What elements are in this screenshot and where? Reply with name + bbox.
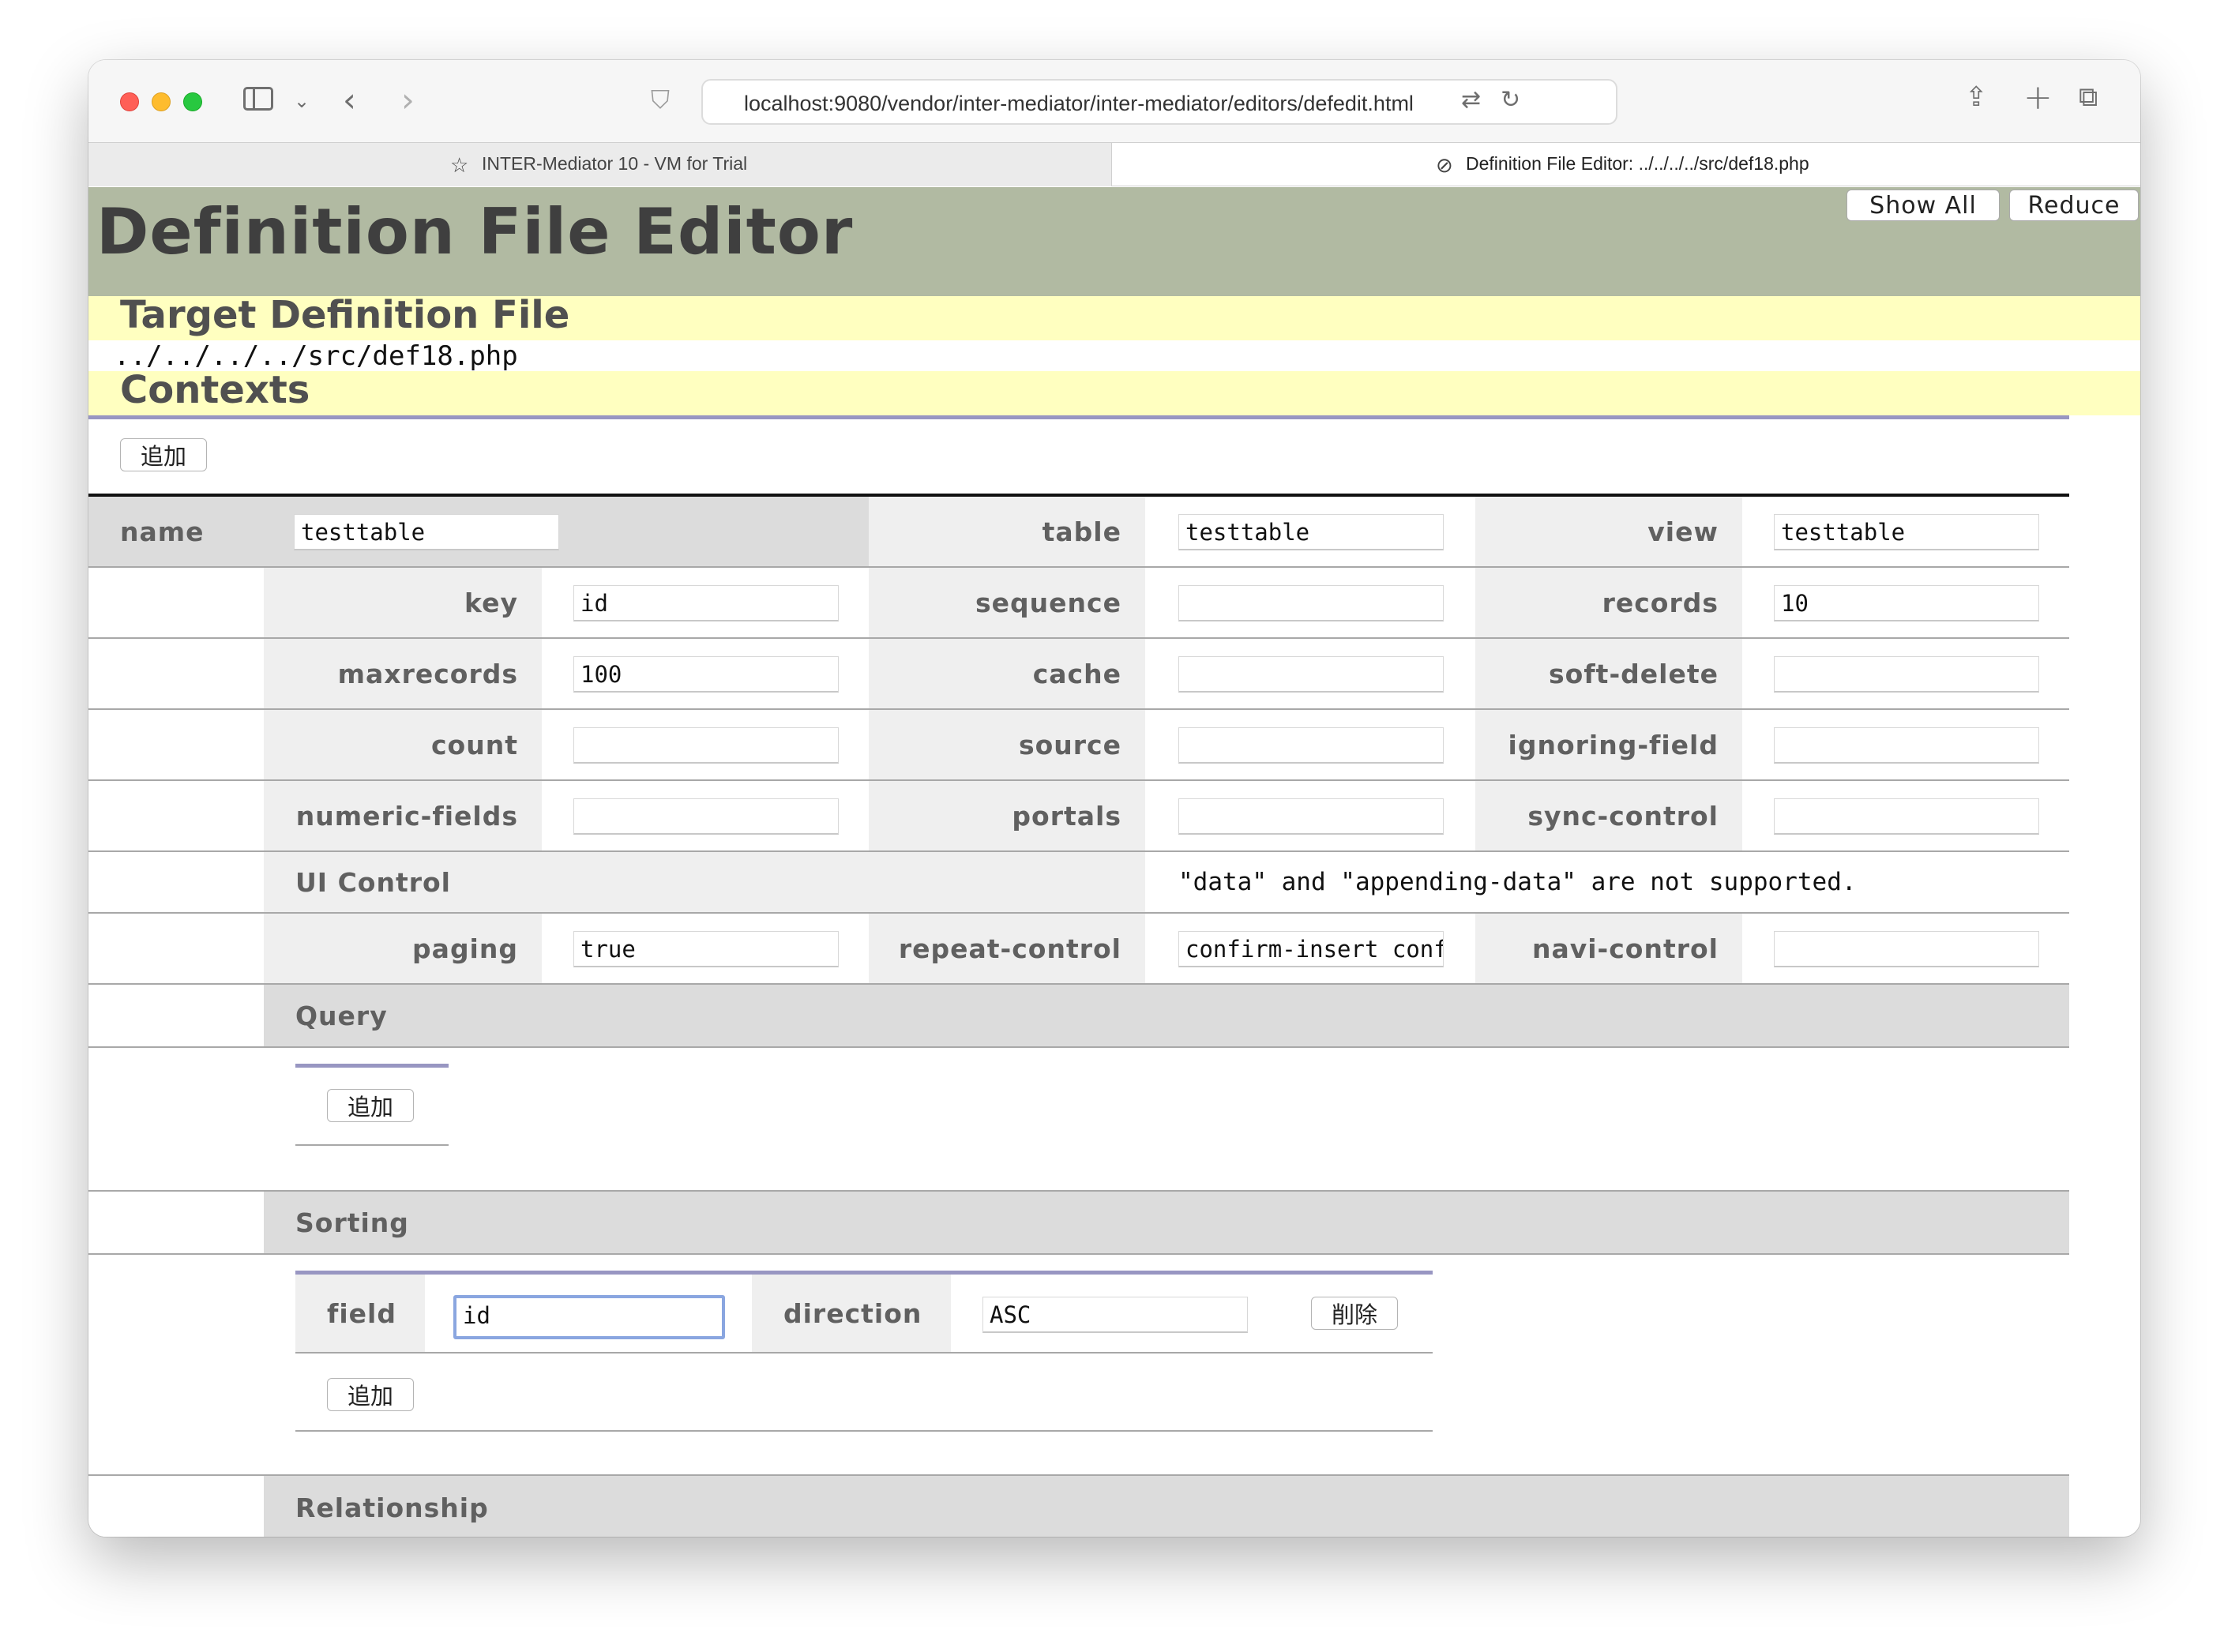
numeric-fields-label: numeric-fields	[295, 800, 518, 832]
add-query-button[interactable]: 追加	[327, 1089, 414, 1122]
minimize-window-button[interactable]	[152, 92, 171, 111]
key-field[interactable]: id	[573, 585, 839, 621]
tab-bar: ☆ INTER-Mediator 10 - VM for Trial ⊘ Def…	[88, 142, 2140, 186]
zoom-window-button[interactable]	[183, 92, 202, 111]
ui-control-note: "data" and "appending-data" are not supp…	[1178, 868, 1857, 896]
sequence-label: sequence	[975, 587, 1121, 618]
soft-delete-label: soft-delete	[1549, 658, 1719, 689]
ignoring-field-label: ignoring-field	[1508, 729, 1719, 760]
name-label: name	[120, 516, 205, 547]
tab-overview-icon[interactable]: ⧉	[2079, 84, 2098, 111]
add-sort-button[interactable]: 追加	[327, 1378, 414, 1411]
source-field[interactable]	[1178, 727, 1444, 764]
table-row: key id sequence records 10	[88, 568, 2069, 639]
view-label: view	[1647, 516, 1719, 547]
contexts-heading: Contexts	[88, 368, 2140, 415]
page-title: Definition File Editor	[96, 195, 854, 268]
tab-inter-mediator[interactable]: ☆ INTER-Mediator 10 - VM for Trial	[88, 143, 1112, 186]
repeat-control-field[interactable]: confirm-insert confirm-delete	[1178, 931, 1444, 967]
sort-direction-label: direction	[783, 1297, 922, 1329]
query-section-header: Query	[88, 985, 2069, 1048]
count-label: count	[431, 729, 518, 760]
ui-control-label: UI Control	[295, 866, 451, 898]
sync-control-label: sync-control	[1527, 800, 1719, 832]
name-field[interactable]: testtable	[294, 514, 559, 550]
new-tab-icon[interactable]: +	[2023, 81, 2053, 115]
share-icon[interactable]: ⇪	[1965, 84, 1988, 111]
shield-icon[interactable]: ⛉	[651, 87, 670, 112]
maxrecords-field[interactable]: 100	[573, 656, 839, 693]
show-all-button[interactable]: Show All	[1846, 190, 2000, 221]
back-icon[interactable]: ‹	[343, 84, 356, 117]
query-section-body: 追加	[88, 1048, 2069, 1192]
cache-label: cache	[1032, 658, 1121, 689]
repeat-control-label: repeat-control	[898, 933, 1121, 964]
sorting-label: Sorting	[295, 1207, 409, 1238]
page-header: Definition File Editor Show All Reduce	[88, 187, 2140, 296]
compass-icon: ⊘	[1436, 153, 1453, 177]
navi-control-field[interactable]	[1774, 931, 2039, 967]
navi-control-label: navi-control	[1531, 933, 1719, 964]
table-row: paging true repeat-control confirm-inser…	[88, 914, 2069, 985]
relationship-section-header: Relationship	[88, 1476, 2069, 1537]
sync-control-field[interactable]	[1774, 798, 2039, 835]
view-field[interactable]: testtable	[1774, 514, 2039, 550]
sort-field-label: field	[327, 1297, 396, 1329]
chevron-down-icon[interactable]: ⌄	[294, 92, 310, 111]
sorting-table-bottom	[295, 1430, 1433, 1432]
sequence-field[interactable]	[1178, 585, 1444, 621]
contexts-table: 追加 name testtable table testtable view t…	[88, 415, 2069, 1537]
records-label: records	[1602, 587, 1719, 618]
table-row: count source ignoring-field	[88, 710, 2069, 781]
target-path: ../../../../src/def18.php	[114, 340, 518, 372]
reload-icon[interactable]: ↻	[1501, 88, 1520, 112]
sorting-row: field id direction ASC 削除	[295, 1275, 1433, 1354]
relationship-label: Relationship	[295, 1492, 489, 1523]
soft-delete-field[interactable]	[1774, 656, 2039, 693]
table-field[interactable]: testtable	[1178, 514, 1444, 550]
query-table-top	[295, 1064, 449, 1068]
count-field[interactable]	[573, 727, 839, 764]
paging-label: paging	[412, 933, 518, 964]
browser-window: ⌄ ‹ › ⛉ localhost:9080/vendor/inter-medi…	[88, 60, 2140, 1537]
query-table-bottom	[295, 1144, 449, 1146]
address-bar[interactable]: localhost:9080/vendor/inter-mediator/int…	[701, 79, 1617, 125]
paging-field[interactable]: true	[573, 931, 839, 967]
table-label: table	[1042, 516, 1121, 547]
translate-icon[interactable]: ⇄	[1461, 88, 1481, 112]
table-row: numeric-fields portals sync-control	[88, 781, 2069, 852]
numeric-fields-field[interactable]	[573, 798, 839, 835]
ignoring-field-field[interactable]	[1774, 727, 2039, 764]
sorting-section-body: field id direction ASC 削除 追加	[88, 1255, 2069, 1476]
table-row: name testtable table testtable view test…	[88, 497, 2069, 568]
star-icon: ☆	[450, 153, 469, 177]
records-field[interactable]: 10	[1774, 585, 2039, 621]
reduce-button[interactable]: Reduce	[2009, 190, 2139, 221]
tab-label: INTER-Mediator 10 - VM for Trial	[482, 153, 748, 174]
page-content: Definition File Editor Show All Reduce T…	[88, 187, 2140, 1537]
add-context-button[interactable]: 追加	[120, 438, 207, 471]
sidebar-toggle-icon[interactable]	[243, 87, 273, 111]
table-row: UI Control "data" and "appending-data" a…	[88, 852, 2069, 914]
forward-icon[interactable]: ›	[401, 84, 415, 117]
portals-label: portals	[1012, 800, 1121, 832]
sort-direction-field[interactable]: ASC	[982, 1297, 1248, 1333]
browser-toolbar: ⌄ ‹ › ⛉ localhost:9080/vendor/inter-medi…	[88, 60, 2140, 142]
maxrecords-label: maxrecords	[337, 658, 518, 689]
sort-field-input[interactable]: id	[453, 1295, 725, 1339]
table-row: maxrecords 100 cache soft-delete	[88, 639, 2069, 710]
cache-field[interactable]	[1178, 656, 1444, 693]
close-window-button[interactable]	[120, 92, 139, 111]
target-definition-heading: Target Definition File	[88, 293, 2140, 340]
sorting-section-header: Sorting	[88, 1192, 2069, 1255]
url-text: localhost:9080/vendor/inter-mediator/int…	[744, 92, 1414, 115]
query-label: Query	[295, 1000, 388, 1031]
key-label: key	[464, 587, 518, 618]
tab-definition-editor[interactable]: Definition File Editor: ../../../../src/…	[1466, 153, 1809, 175]
delete-sort-button[interactable]: 削除	[1311, 1297, 1398, 1330]
portals-field[interactable]	[1178, 798, 1444, 835]
source-label: source	[1018, 729, 1121, 760]
